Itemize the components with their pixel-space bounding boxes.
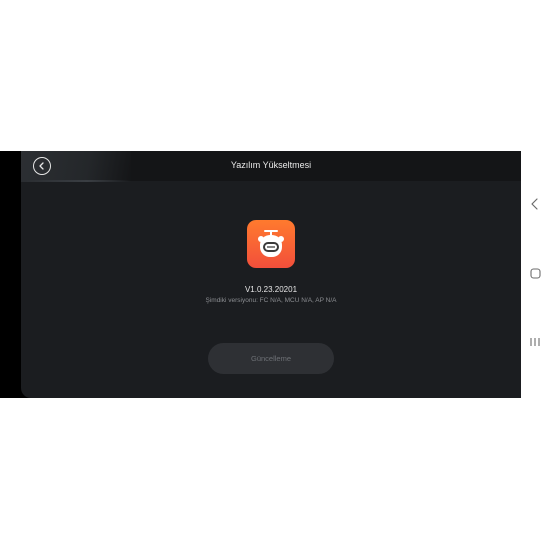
update-button[interactable]: Güncelleme xyxy=(208,343,334,374)
robot-app-icon xyxy=(247,220,295,268)
current-version-info: Şimdiki versiyonu: FC N/A, MCU N/A, AP N… xyxy=(205,297,337,304)
phone-frame: Yazılım Yükseltmesi V1.0.23.20201 Şimdik… xyxy=(0,151,550,398)
page-title: Yazılım Yükseltmesi xyxy=(230,160,312,170)
app-screen: Yazılım Yükseltmesi V1.0.23.20201 Şimdik… xyxy=(21,151,521,398)
nav-recents-icon[interactable] xyxy=(529,337,541,347)
nav-home-icon[interactable] xyxy=(530,268,541,279)
firmware-version: V1.0.23.20201 xyxy=(244,285,298,294)
nav-back-icon[interactable] xyxy=(530,198,540,210)
header-bar: Yazılım Yükseltmesi xyxy=(21,151,521,182)
header-divider xyxy=(21,180,131,182)
system-nav-bar xyxy=(521,151,550,398)
